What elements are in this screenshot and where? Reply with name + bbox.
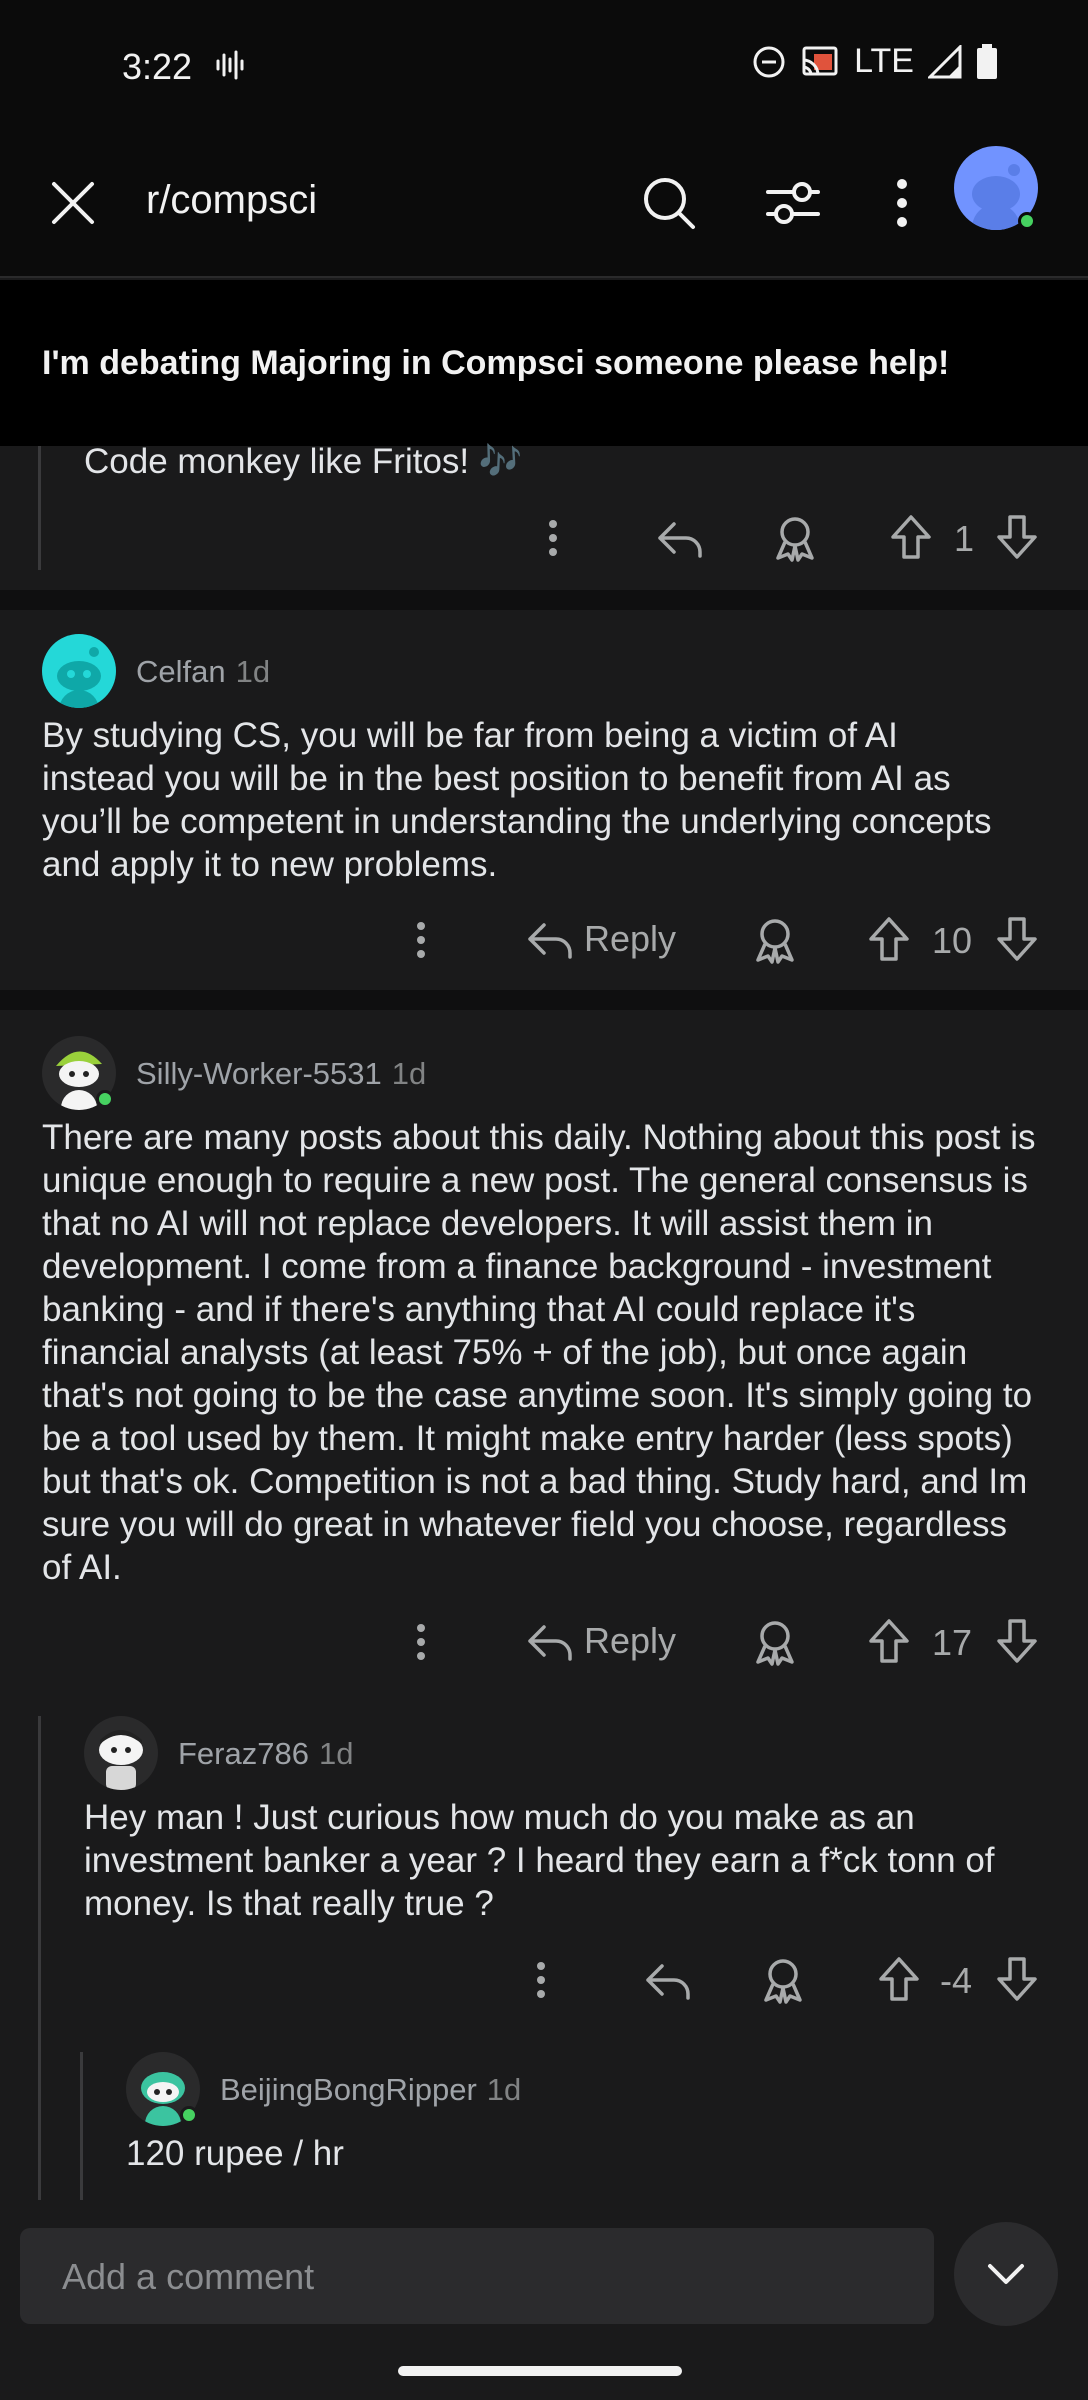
more-options-icon[interactable] — [878, 174, 926, 232]
upvote-icon[interactable] — [868, 916, 910, 962]
more-options-icon[interactable] — [540, 518, 566, 558]
username[interactable]: Silly-Worker-5531 — [136, 1056, 382, 1091]
comment-author[interactable]: BeijingBongRipper 1d — [220, 2072, 521, 2108]
comment-age: 1d — [235, 654, 271, 689]
comment-age: 1d — [318, 1736, 354, 1771]
snoo-avatar-icon — [99, 1730, 143, 1790]
thread-line[interactable] — [38, 1716, 41, 2206]
reply-button[interactable]: Reply — [526, 918, 676, 960]
comment-input-placeholder: Add a comment — [62, 2256, 315, 2297]
comment-separator — [0, 990, 1088, 1010]
vote-count: 1 — [954, 518, 975, 559]
post-header[interactable]: I'm debating Majoring in Compsci someone… — [0, 280, 1088, 446]
sound-wave-icon — [216, 50, 244, 80]
thread-line[interactable] — [38, 446, 41, 570]
downvote-icon[interactable] — [996, 1956, 1038, 2002]
vote-count: -4 — [940, 1960, 973, 2001]
cast-icon — [802, 46, 838, 75]
online-status-dot — [180, 2106, 198, 2124]
vote-count: 10 — [932, 920, 973, 961]
filter-icon[interactable] — [764, 174, 822, 232]
more-options-icon[interactable] — [408, 1622, 434, 1662]
comment-author[interactable]: Celfan 1d — [136, 654, 270, 690]
reply-icon — [528, 1625, 572, 1661]
reply-button[interactable]: Reply — [526, 1620, 676, 1662]
award-icon[interactable] — [760, 1956, 806, 2004]
snoo-avatar-icon — [57, 647, 101, 708]
collapse-button[interactable] — [954, 2222, 1058, 2326]
downvote-icon[interactable] — [996, 916, 1038, 962]
downvote-icon[interactable] — [996, 514, 1038, 560]
comment-input[interactable]: Add a comment — [20, 2228, 934, 2324]
more-options-icon[interactable] — [528, 1960, 554, 2000]
online-status-dot — [1018, 212, 1036, 230]
reply-label: Reply — [584, 918, 677, 959]
chevron-down-icon — [988, 2264, 1024, 2284]
reply-icon — [528, 923, 572, 959]
comment-author[interactable]: Feraz786 1d — [178, 1736, 353, 1772]
comment-age: 1d — [486, 2072, 522, 2107]
app-bar: r/compsci — [0, 130, 1088, 278]
username[interactable]: BeijingBongRipper — [220, 2072, 477, 2107]
network-label: LTE — [854, 42, 914, 80]
username[interactable]: Feraz786 — [178, 1736, 309, 1771]
vote-count: 17 — [932, 1622, 973, 1663]
close-icon[interactable] — [44, 174, 102, 232]
status-bar: 3:22 LTE — [0, 0, 1088, 130]
upvote-icon[interactable] — [878, 1956, 920, 2002]
username[interactable]: Celfan — [136, 654, 226, 689]
comment-body: By studying CS, you will be far from bei… — [42, 716, 992, 884]
subreddit-title[interactable]: r/compsci — [146, 178, 317, 223]
upvote-icon[interactable] — [868, 1618, 910, 1664]
comment-body: 120 rupee / hr — [126, 2134, 344, 2173]
comment-composer: Add a comment — [0, 2200, 1088, 2400]
downvote-icon[interactable] — [996, 1618, 1038, 1664]
comment-body: Code monkey like Fritos! 🎶 — [84, 442, 523, 481]
thread-line[interactable] — [80, 2052, 83, 2212]
commenter-avatar[interactable] — [42, 634, 116, 708]
battery-icon — [977, 43, 997, 79]
award-icon[interactable] — [772, 514, 818, 562]
comment-body: Hey man ! Just curious how much do you m… — [84, 1798, 995, 1923]
signal-icon — [928, 44, 962, 78]
do-not-disturb-icon — [753, 46, 785, 77]
home-indicator[interactable] — [398, 2366, 682, 2376]
online-status-dot — [96, 1090, 114, 1108]
award-icon[interactable] — [752, 916, 798, 964]
status-time: 3:22 — [122, 46, 193, 87]
reply-icon[interactable] — [644, 1960, 692, 2000]
reply-icon[interactable] — [656, 518, 704, 558]
comment-body: There are many posts about this daily. N… — [42, 1118, 1036, 1587]
comment-author[interactable]: Silly-Worker-5531 1d — [136, 1056, 426, 1092]
comment-separator — [0, 590, 1088, 610]
search-icon[interactable] — [640, 174, 698, 232]
reply-label: Reply — [584, 1620, 677, 1661]
upvote-icon[interactable] — [890, 514, 932, 560]
commenter-avatar[interactable] — [84, 1716, 158, 1790]
award-icon[interactable] — [752, 1618, 798, 1666]
post-title: I'm debating Majoring in Compsci someone… — [42, 344, 950, 382]
more-options-icon[interactable] — [408, 920, 434, 960]
comment-age: 1d — [391, 1056, 427, 1091]
